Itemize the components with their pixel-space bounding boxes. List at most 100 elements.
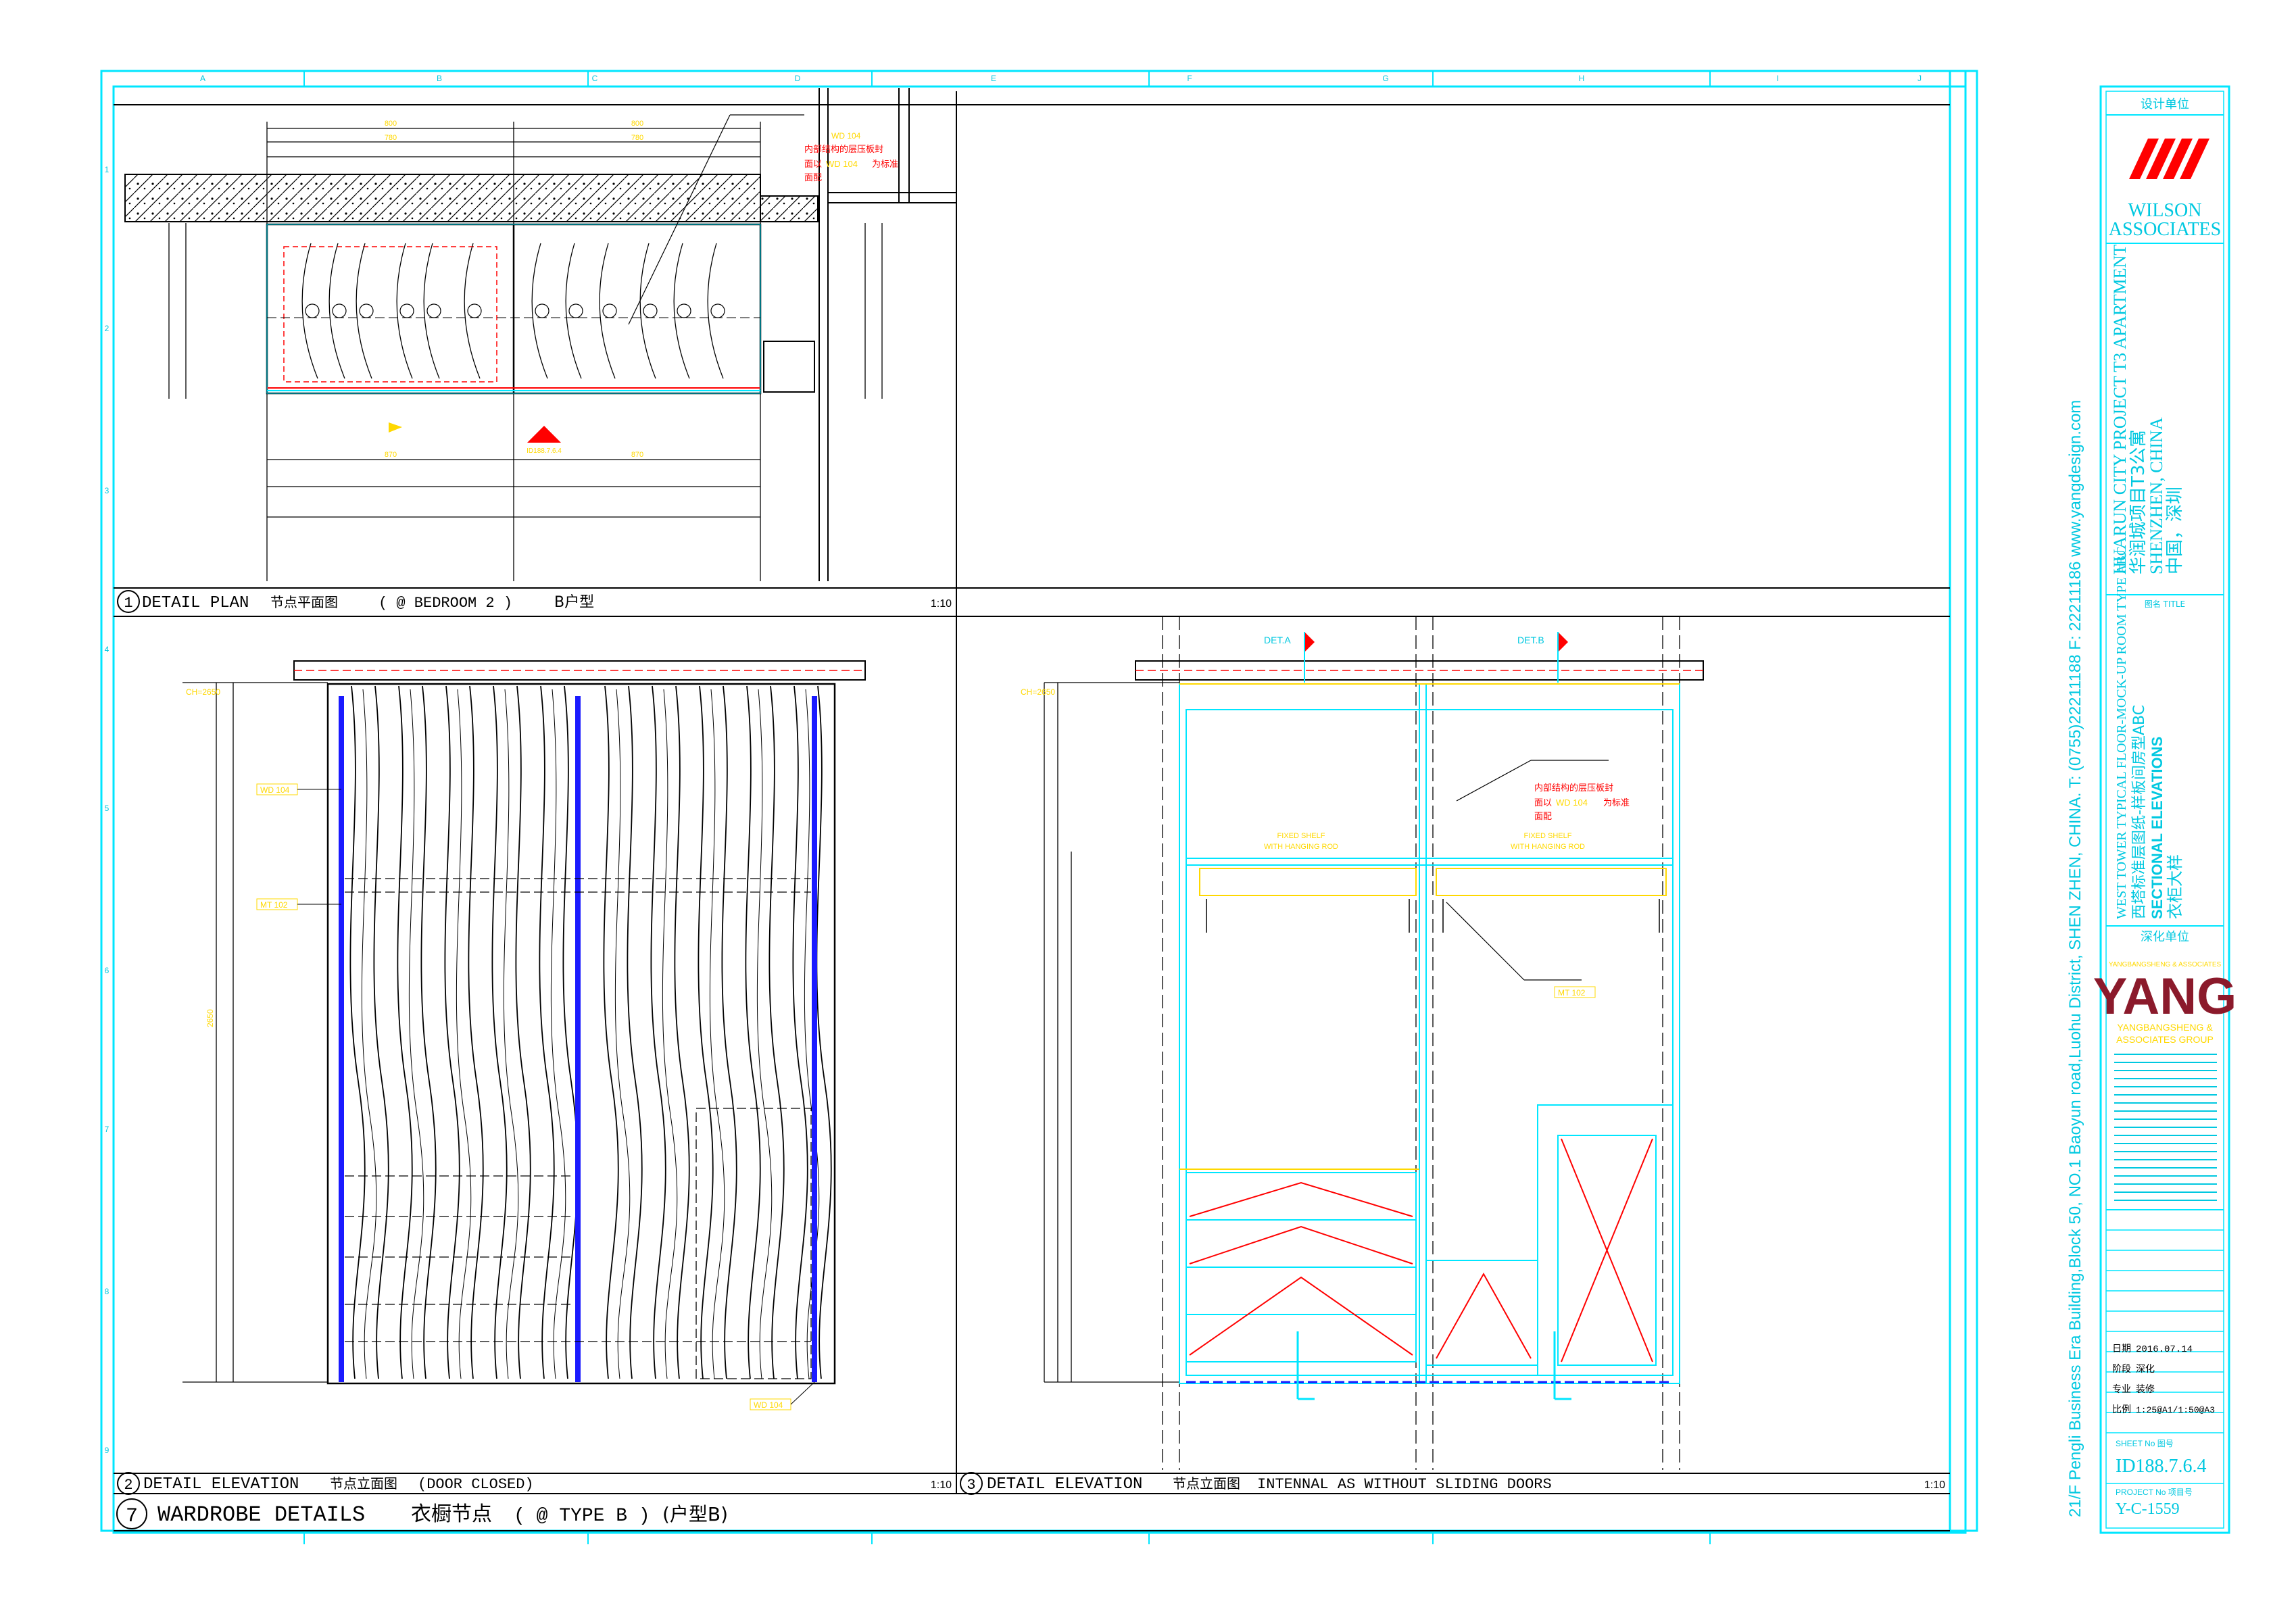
svg-text:2650: 2650 xyxy=(205,1009,215,1027)
svg-text:MT 102: MT 102 xyxy=(1558,988,1586,998)
grid-col-a: A xyxy=(200,74,205,83)
grid-row-3: 3 xyxy=(105,486,109,495)
svg-text:华润城项目T3公寓: 华润城项目T3公寓 xyxy=(2128,430,2149,574)
svg-text:DET.A: DET.A xyxy=(1264,635,1291,645)
svg-text:比例: 比例 xyxy=(2112,1404,2131,1415)
svg-text:SHENZHEN, CHINA: SHENZHEN, CHINA xyxy=(2147,417,2166,574)
grid-row-1: 1 xyxy=(105,165,109,174)
grid-row-4: 4 xyxy=(105,645,109,654)
project-name: HUARUN CITY PROJECT T3 APARTMENT 华润城项目T3… xyxy=(2110,245,2185,574)
grid-col-b: B xyxy=(437,74,442,83)
svg-text:FIXED SHELF: FIXED SHELF xyxy=(1524,832,1572,840)
panel-dividers xyxy=(114,91,1950,1531)
svg-text:2016.07.14: 2016.07.14 xyxy=(2136,1344,2193,1355)
grid-markers xyxy=(303,71,1711,1544)
svg-text:WD 104: WD 104 xyxy=(831,131,861,141)
svg-text:装修: 装修 xyxy=(2136,1384,2155,1395)
svg-text:780: 780 xyxy=(631,134,643,142)
panel2-title: 2 DETAIL ELEVATION 节点立面图 (DOOR CLOSED) 1… xyxy=(117,1472,952,1495)
svg-text:DET.B: DET.B xyxy=(1517,635,1544,645)
grid-col-i: I xyxy=(1776,74,1778,83)
svg-text:MT 102: MT 102 xyxy=(260,900,288,910)
svg-text:ID188.7.6.4: ID188.7.6.4 xyxy=(527,447,562,455)
svg-text:HUARUN CITY PROJECT T3 APARTME: HUARUN CITY PROJECT T3 APARTMENT xyxy=(2110,245,2130,574)
svg-text:WD 104: WD 104 xyxy=(754,1400,783,1410)
svg-text:为标准: 为标准 xyxy=(872,159,898,170)
svg-text:800: 800 xyxy=(631,120,643,128)
svg-text:WD 104: WD 104 xyxy=(826,159,858,169)
svg-text:面配: 面配 xyxy=(804,173,822,183)
panel1-title: 1 DETAIL PLAN 节点平面图 ( @ BEDROOM 2 ) B户型 … xyxy=(117,590,952,613)
panel-detail-elevation-internal: DET.A DET.B CH=2650 FIXED SHELFWITH HANG… xyxy=(960,616,1945,1495)
grid-col-g: G xyxy=(1382,74,1388,83)
company-address-strip: 21/F Pengli Business Era Building,Block … xyxy=(2066,400,2084,1517)
svg-text:WILSON: WILSON xyxy=(2128,200,2202,221)
svg-text:(DOOR CLOSED): (DOOR CLOSED) xyxy=(418,1476,534,1493)
svg-text:( @ TYPE B ): ( @ TYPE B ) xyxy=(514,1506,650,1527)
grid-row-7: 7 xyxy=(105,1125,109,1134)
svg-text:深化: 深化 xyxy=(2136,1364,2155,1375)
svg-text:面以: 面以 xyxy=(804,159,822,170)
svg-text:WEST TOWER TYPICAL FLOOR-MOCK-: WEST TOWER TYPICAL FLOOR-MOCK-UP ROOM TY… xyxy=(2114,547,2129,919)
wilson-logo: WILSON ASSOCIATES xyxy=(2109,139,2221,240)
grid-col-d: D xyxy=(795,74,801,83)
svg-text:中国，深圳: 中国，深圳 xyxy=(2165,487,2185,574)
svg-text:WD 104: WD 104 xyxy=(1556,797,1588,808)
svg-text:设计单位: 设计单位 xyxy=(2141,97,2189,112)
svg-text:内部结构的层压板封: 内部结构的层压板封 xyxy=(804,144,883,155)
grid-row-5: 5 xyxy=(105,804,109,813)
svg-text:西塔标准层图纸-样板间房型ABC: 西塔标准层图纸-样板间房型ABC xyxy=(2131,705,2148,919)
svg-text:节点平面图: 节点平面图 xyxy=(270,594,338,610)
svg-text:阶段: 阶段 xyxy=(2112,1364,2131,1375)
grid-row-8: 8 xyxy=(105,1287,109,1296)
svg-text:ASSOCIATES: ASSOCIATES xyxy=(2109,219,2221,240)
svg-text:DETAIL ELEVATION: DETAIL ELEVATION xyxy=(987,1475,1142,1494)
svg-text:内部结构的层压板封: 内部结构的层压板封 xyxy=(1534,783,1613,793)
drawing-sheet: A B C D E F G H I J 1 2 3 4 5 6 7 8 9 80… xyxy=(100,70,2237,1544)
svg-text:CH=2650: CH=2650 xyxy=(1021,687,1055,697)
panel-detail-plan: 800 800 780 780 870 870 ID188.7.6.4 内部结构… xyxy=(117,88,956,613)
svg-text:DETAIL ELEVATION: DETAIL ELEVATION xyxy=(143,1475,299,1494)
svg-text:PROJECT No 项目号: PROJECT No 项目号 xyxy=(2116,1488,2193,1497)
svg-text:SECTIONAL ELEVATIONS: SECTIONAL ELEVATIONS xyxy=(2149,737,2166,919)
svg-text:为标准: 为标准 xyxy=(1603,798,1630,808)
svg-text:1: 1 xyxy=(124,595,132,612)
svg-text:1:25@A1/1:50@A3: 1:25@A1/1:50@A3 xyxy=(2136,1405,2215,1415)
svg-text:面配: 面配 xyxy=(1534,812,1552,822)
svg-text:WITH HANGING ROD: WITH HANGING ROD xyxy=(1511,843,1585,851)
panel3-title: 3 DETAIL ELEVATION 节点立面图 INTENNAL AS WIT… xyxy=(960,1472,1945,1495)
svg-text:ASSOCIATES GROUP: ASSOCIATES GROUP xyxy=(2116,1034,2214,1045)
grid-row-2: 2 xyxy=(105,324,109,333)
svg-text:YANGBANGSHENG &: YANGBANGSHENG & xyxy=(2117,1022,2213,1033)
svg-text:ID188.7.6.4: ID188.7.6.4 xyxy=(2116,1456,2207,1477)
svg-text:INTENNAL AS WITHOUT SLIDING DO: INTENNAL AS WITHOUT SLIDING DOORS xyxy=(1257,1476,1552,1493)
title-block: 设计单位 WILSON ASSOCIATES HUARUN CITY PROJE… xyxy=(2093,85,2237,1534)
svg-text:1:10: 1:10 xyxy=(931,598,952,610)
svg-text:日期: 日期 xyxy=(2112,1344,2131,1354)
svg-text:CH=2650: CH=2650 xyxy=(186,687,220,697)
svg-text:780: 780 xyxy=(385,134,397,142)
svg-text:(户型B): (户型B) xyxy=(662,1503,728,1525)
svg-text:WITH HANGING ROD: WITH HANGING ROD xyxy=(1264,843,1338,851)
svg-text:衣橱节点: 衣橱节点 xyxy=(411,1502,492,1526)
svg-text:FIXED SHELF: FIXED SHELF xyxy=(1277,832,1325,840)
panel-detail-elevation-closed: 2650 CH=2650 WD 104 MT 102 WD 104 2 DETA… xyxy=(117,660,952,1495)
svg-text:3: 3 xyxy=(967,1477,975,1494)
svg-text:( @ BEDROOM 2 ): ( @ BEDROOM 2 ) xyxy=(378,595,512,612)
yang-logo: YANGBANGSHENG & ASSOCIATES YANG YANGBANG… xyxy=(2093,961,2237,1045)
svg-text:YANG: YANG xyxy=(2093,968,2237,1025)
grid-col-c: C xyxy=(592,74,598,83)
svg-text:870: 870 xyxy=(385,451,397,459)
grid-col-j: J xyxy=(1918,74,1922,83)
svg-text:DETAIL PLAN: DETAIL PLAN xyxy=(142,594,249,612)
svg-text:节点立面图: 节点立面图 xyxy=(330,1475,397,1492)
svg-text:面以: 面以 xyxy=(1534,798,1552,808)
svg-text:节点立面图: 节点立面图 xyxy=(1173,1475,1240,1492)
svg-text:Y-C-1559: Y-C-1559 xyxy=(2116,1500,2180,1518)
svg-text:7: 7 xyxy=(126,1505,138,1528)
svg-text:SHEET No 图号: SHEET No 图号 xyxy=(2116,1439,2174,1448)
svg-text:图名 TITLE: 图名 TITLE xyxy=(2145,599,2185,609)
section-marker-a: ID188.7.6.4 xyxy=(389,422,562,455)
grid-col-f: F xyxy=(1187,74,1192,83)
svg-text:800: 800 xyxy=(385,120,397,128)
